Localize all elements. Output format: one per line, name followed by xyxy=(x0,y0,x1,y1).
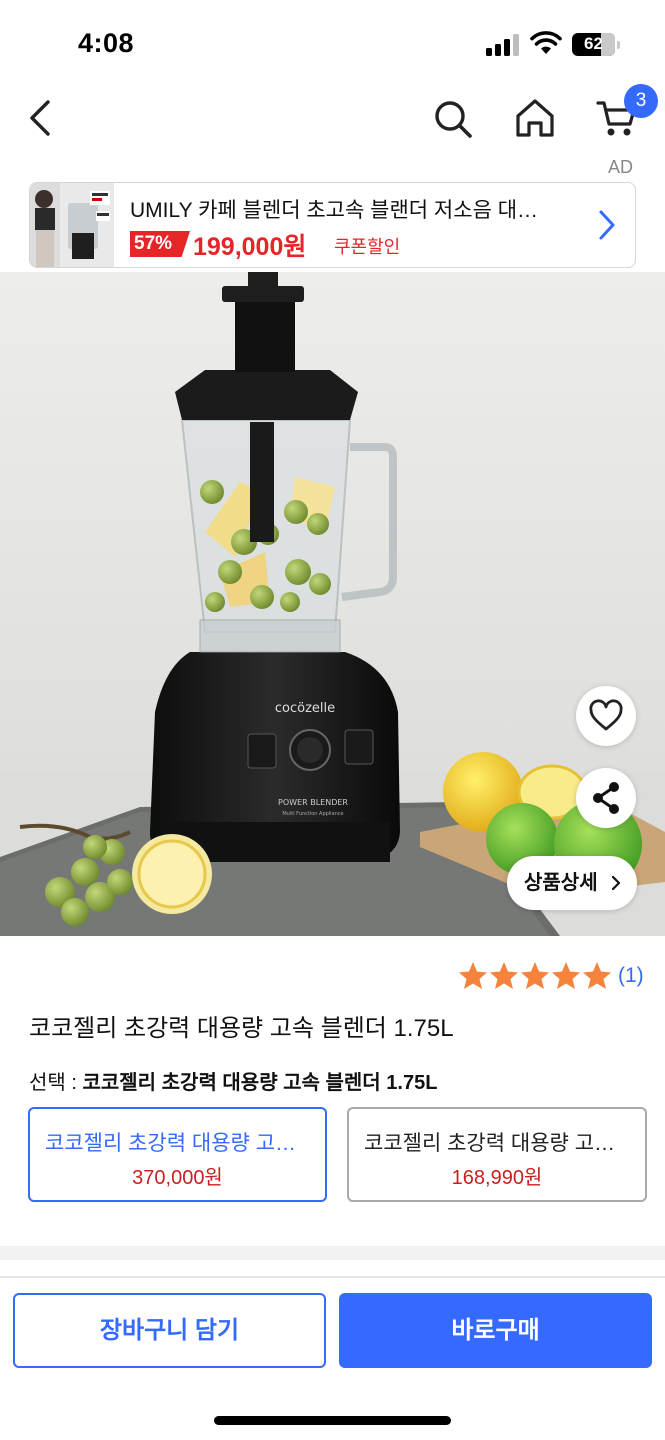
home-icon[interactable] xyxy=(512,96,558,140)
share-icon xyxy=(593,782,619,814)
ad-banner[interactable]: UMILY 카페 블렌더 초고속 블랜더 저소음 대… 57% 199,000원… xyxy=(29,182,636,268)
cellular-signal-icon xyxy=(486,34,520,56)
share-button[interactable] xyxy=(576,768,636,828)
select-prefix: 선택 : xyxy=(29,1072,83,1094)
product-image[interactable]: cocözelle POWER BLENDER Multi Function A… xyxy=(0,272,665,936)
option-card-selected[interactable]: 코코젤리 초강력 대용량 고속 블렌더 1.75L 370,000원 xyxy=(28,1107,327,1202)
option-card[interactable]: 코코젤리 초강력 대용량 고속 블렌더 1.75L 168,990원 xyxy=(347,1107,647,1202)
product-detail-label: 상품상세 xyxy=(524,872,598,894)
section-divider xyxy=(0,1246,665,1260)
selected-option-value: 코코젤리 초강력 대용량 고속 블렌더 1.75L xyxy=(82,1072,438,1094)
option-price: 168,990원 xyxy=(451,1167,543,1189)
option-price: 370,000원 xyxy=(132,1167,223,1189)
option-name: 코코젤리 초강력 대용량 고속 블렌더 1.75L xyxy=(45,1132,313,1155)
ad-discount-badge: 57% xyxy=(130,231,191,257)
status-bar: 4:08 62 xyxy=(0,0,665,88)
heart-icon xyxy=(589,699,623,731)
product-title: 코코젤리 초강력 대용량 고속 블렌더 1.75L xyxy=(29,1015,454,1042)
ad-price: 199,000원 xyxy=(193,233,307,261)
brand-text: cocözelle xyxy=(275,701,335,716)
battery-icon: 62 xyxy=(572,33,620,56)
wifi-icon xyxy=(530,31,562,54)
buy-now-button[interactable]: 바로구매 xyxy=(339,1293,652,1368)
status-time: 4:08 xyxy=(78,28,135,58)
home-indicator[interactable] xyxy=(214,1416,451,1425)
selected-option-line: 선택 : 코코젤리 초강력 대용량 고속 블렌더 1.75L xyxy=(29,1066,437,1095)
bottom-bar-divider xyxy=(0,1276,665,1278)
chevron-left-icon[interactable] xyxy=(22,96,62,140)
search-icon[interactable] xyxy=(432,98,474,140)
panel-subtext: Multi Function Appliance xyxy=(282,811,343,817)
cart-count-badge: 3 xyxy=(624,84,658,118)
ad-coupon-label: 쿠폰할인 xyxy=(334,237,401,257)
wishlist-button[interactable] xyxy=(576,686,636,746)
battery-level: 62 xyxy=(584,34,603,53)
ad-label: AD xyxy=(608,157,634,177)
chevron-right-icon xyxy=(599,210,615,240)
chevron-right-icon xyxy=(611,875,621,891)
review-count-link[interactable]: (1) xyxy=(618,964,644,988)
ad-thumbnail xyxy=(30,183,114,267)
ad-title: UMILY 카페 블렌더 초고속 블랜더 저소음 대… xyxy=(130,199,539,222)
product-detail-button[interactable]: 상품상세 xyxy=(507,856,637,910)
panel-text: POWER BLENDER xyxy=(278,798,348,807)
rating-stars[interactable] xyxy=(458,961,612,991)
option-name: 코코젤리 초강력 대용량 고속 블렌더 1.75L xyxy=(364,1132,632,1155)
add-to-cart-button[interactable]: 장바구니 담기 xyxy=(13,1293,326,1368)
